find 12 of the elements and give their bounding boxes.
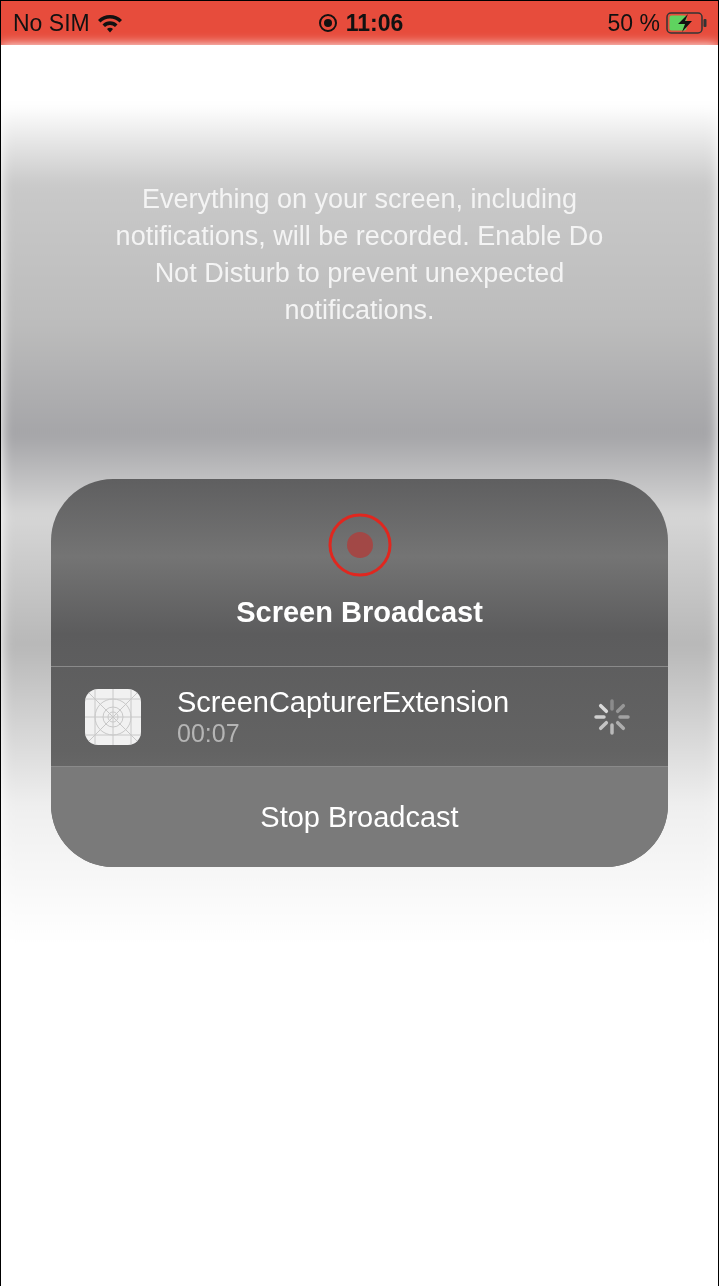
battery-percentage: 50 % [607,9,660,37]
spinner-icon [592,696,632,737]
battery-charging-icon [666,12,708,34]
app-icon [85,688,141,745]
carrier-label: No SIM [13,9,90,37]
extension-name: ScreenCapturerExtension [177,685,511,719]
recording-icon [317,13,338,33]
clock-time: 11:06 [345,9,404,37]
sheet-title: Screen Broadcast [236,596,483,629]
record-icon [326,512,393,578]
elapsed-time: 00:07 [177,718,241,748]
stop-broadcast-button[interactable]: Stop Broadcast [51,767,668,867]
